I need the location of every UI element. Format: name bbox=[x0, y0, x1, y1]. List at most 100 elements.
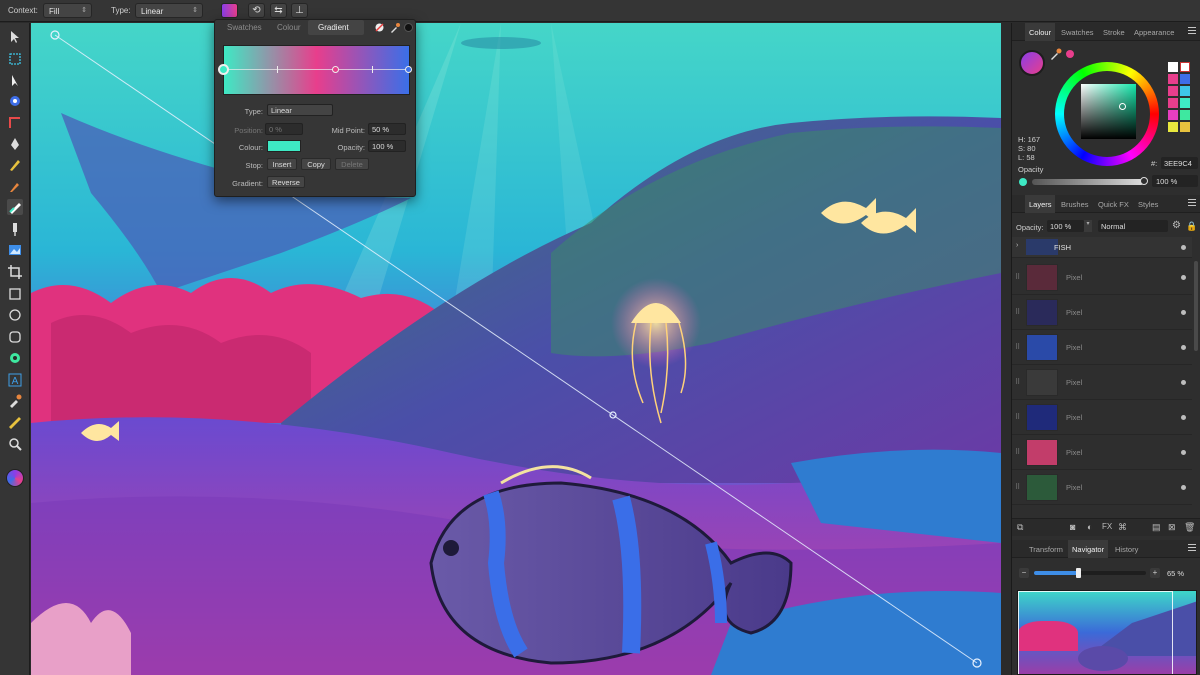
tab-colour[interactable]: Colour bbox=[277, 23, 301, 32]
document-canvas[interactable] bbox=[31, 23, 1001, 675]
stroke-swatch[interactable] bbox=[404, 23, 413, 32]
tab-brushes[interactable]: Brushes bbox=[1061, 200, 1089, 209]
drag-handle-icon[interactable]: ⠿ bbox=[1015, 273, 1021, 281]
fx-icon[interactable]: FX bbox=[1102, 522, 1112, 531]
panel-menu-icon[interactable] bbox=[1188, 27, 1196, 35]
layers-copy-icon[interactable]: ⧉ bbox=[1017, 522, 1023, 533]
transparency-tool-icon[interactable] bbox=[7, 221, 23, 237]
eyedropper-icon[interactable] bbox=[390, 22, 400, 33]
layer-row[interactable]: ⠿ Pixel bbox=[1012, 365, 1192, 400]
tab-swatches[interactable]: Swatches bbox=[1061, 28, 1094, 37]
move-tool-icon[interactable] bbox=[7, 29, 23, 45]
layer-row[interactable]: ⠿ Pixel bbox=[1012, 400, 1192, 435]
aspect-icon[interactable]: ⟲ bbox=[248, 3, 265, 18]
stop-colour-swatch[interactable] bbox=[267, 140, 301, 152]
crop-tool-icon[interactable] bbox=[7, 264, 23, 280]
visibility-dot[interactable] bbox=[1181, 380, 1186, 385]
reverse-icon[interactable]: ⇆ bbox=[270, 3, 287, 18]
hex-input[interactable]: 3EE9C4 bbox=[1161, 157, 1198, 169]
layer-opacity-input[interactable]: 100 % bbox=[1047, 220, 1084, 232]
text-tool-icon[interactable]: A bbox=[7, 372, 23, 388]
fill-swatch[interactable] bbox=[1019, 50, 1045, 76]
tab-appearance[interactable]: Appearance bbox=[1134, 28, 1174, 37]
tab-quick-fx[interactable]: Quick FX bbox=[1098, 200, 1129, 209]
layer-row[interactable]: ⠿ Pixel bbox=[1012, 470, 1192, 505]
position-field[interactable]: 0 % bbox=[265, 123, 303, 135]
layer-row[interactable]: ⠿ Pixel bbox=[1012, 330, 1192, 365]
opacity-slider-handle[interactable] bbox=[1140, 177, 1148, 185]
gear-icon[interactable]: ⚙ bbox=[1172, 220, 1181, 231]
add-group-icon[interactable]: ⊠ bbox=[1168, 522, 1176, 533]
insert-stop-button[interactable]: Insert bbox=[267, 158, 297, 170]
drag-handle-icon[interactable]: ⠿ bbox=[1015, 308, 1021, 316]
node-tool-icon[interactable] bbox=[7, 73, 23, 89]
zoom-in-button[interactable]: + bbox=[1150, 568, 1160, 578]
opacity-field[interactable]: 100 % bbox=[368, 140, 406, 152]
adjustment-icon[interactable]: ◐ bbox=[1087, 522, 1092, 532]
gradient-stop-mid[interactable] bbox=[332, 66, 339, 73]
measure-tool-icon[interactable] bbox=[7, 415, 23, 431]
place-image-icon[interactable] bbox=[7, 242, 23, 258]
midpoint-field[interactable]: 50 % bbox=[368, 123, 406, 135]
flood-select-icon[interactable] bbox=[7, 93, 23, 109]
saturation-lightness-square[interactable] bbox=[1081, 84, 1136, 139]
visibility-dot[interactable] bbox=[1181, 485, 1186, 490]
gradient-stop-end[interactable] bbox=[405, 66, 412, 73]
brush-tool-icon[interactable] bbox=[7, 178, 23, 194]
navigator-preview[interactable] bbox=[1017, 590, 1197, 675]
layer-row[interactable]: ⠿ Pixel bbox=[1012, 435, 1192, 470]
layers-scrollbar[interactable] bbox=[1194, 261, 1198, 351]
tab-swatches[interactable]: Swatches bbox=[227, 23, 262, 32]
chevron-down-icon[interactable]: ▾ bbox=[1084, 220, 1092, 232]
gradient-preview[interactable] bbox=[223, 45, 410, 95]
tab-styles[interactable]: Styles bbox=[1138, 200, 1158, 209]
visibility-dot[interactable] bbox=[1181, 275, 1186, 280]
live-filter-icon[interactable]: ⌘ bbox=[1118, 522, 1127, 533]
drag-handle-icon[interactable]: ⠿ bbox=[1015, 483, 1021, 491]
type-select[interactable]: Linear ⇕ bbox=[135, 3, 203, 18]
tab-history[interactable]: History bbox=[1115, 545, 1138, 554]
fill-color-swatch[interactable] bbox=[6, 469, 24, 487]
gradient-swatch-button[interactable] bbox=[221, 3, 238, 18]
opacity-slider[interactable] bbox=[1032, 179, 1144, 185]
tab-navigator[interactable]: Navigator bbox=[1072, 545, 1104, 554]
stroke-swatch[interactable] bbox=[1066, 50, 1074, 58]
delete-stop-button[interactable]: Delete bbox=[335, 158, 369, 170]
panel-menu-icon[interactable] bbox=[1188, 199, 1196, 207]
zoom-slider-handle[interactable] bbox=[1075, 568, 1081, 578]
type-select[interactable]: Linear bbox=[267, 104, 333, 116]
tab-gradient[interactable]: Gradient bbox=[318, 23, 349, 32]
panel-menu-icon[interactable] bbox=[1188, 544, 1196, 552]
visibility-dot[interactable] bbox=[1181, 450, 1186, 455]
pencil-tool-icon[interactable] bbox=[7, 157, 23, 173]
color-picker-icon[interactable] bbox=[7, 393, 23, 409]
trash-icon[interactable]: 🗑 bbox=[1184, 522, 1195, 533]
ellipse-tool-icon[interactable] bbox=[7, 307, 23, 323]
drag-handle-icon[interactable]: ⠿ bbox=[1015, 413, 1021, 421]
lock-icon[interactable]: 🔒 bbox=[1186, 221, 1197, 232]
rectangle-tool-icon[interactable] bbox=[7, 286, 23, 302]
zoom-tool-icon[interactable] bbox=[7, 436, 23, 452]
corner-tool-icon[interactable] bbox=[7, 115, 23, 131]
mask-icon[interactable]: ◙ bbox=[1070, 522, 1075, 532]
visibility-dot[interactable] bbox=[1181, 245, 1186, 250]
eyedropper-icon[interactable] bbox=[1050, 48, 1062, 60]
tab-colour[interactable]: Colour bbox=[1029, 28, 1051, 37]
pen-tool-icon[interactable] bbox=[7, 136, 23, 152]
gradient-stop-start[interactable] bbox=[218, 64, 229, 75]
drag-handle-icon[interactable]: ⠿ bbox=[1015, 378, 1021, 386]
midpoint-marker[interactable] bbox=[372, 66, 373, 73]
visibility-dot[interactable] bbox=[1181, 415, 1186, 420]
color-picker-handle[interactable] bbox=[1119, 103, 1126, 110]
layer-group-fish[interactable]: › FISH bbox=[1012, 237, 1192, 258]
tab-stroke[interactable]: Stroke bbox=[1103, 28, 1125, 37]
tab-transform[interactable]: Transform bbox=[1029, 545, 1063, 554]
lock-icon[interactable]: ⊥ bbox=[291, 3, 308, 18]
visibility-dot[interactable] bbox=[1181, 310, 1186, 315]
copy-stop-button[interactable]: Copy bbox=[301, 158, 331, 170]
marquee-tool-icon[interactable] bbox=[7, 51, 23, 67]
blend-mode-select[interactable]: Normal bbox=[1098, 220, 1168, 232]
midpoint-marker[interactable] bbox=[277, 66, 278, 73]
layer-row[interactable]: ⠿ Pixel bbox=[1012, 295, 1192, 330]
drag-handle-icon[interactable]: ⠿ bbox=[1015, 343, 1021, 351]
